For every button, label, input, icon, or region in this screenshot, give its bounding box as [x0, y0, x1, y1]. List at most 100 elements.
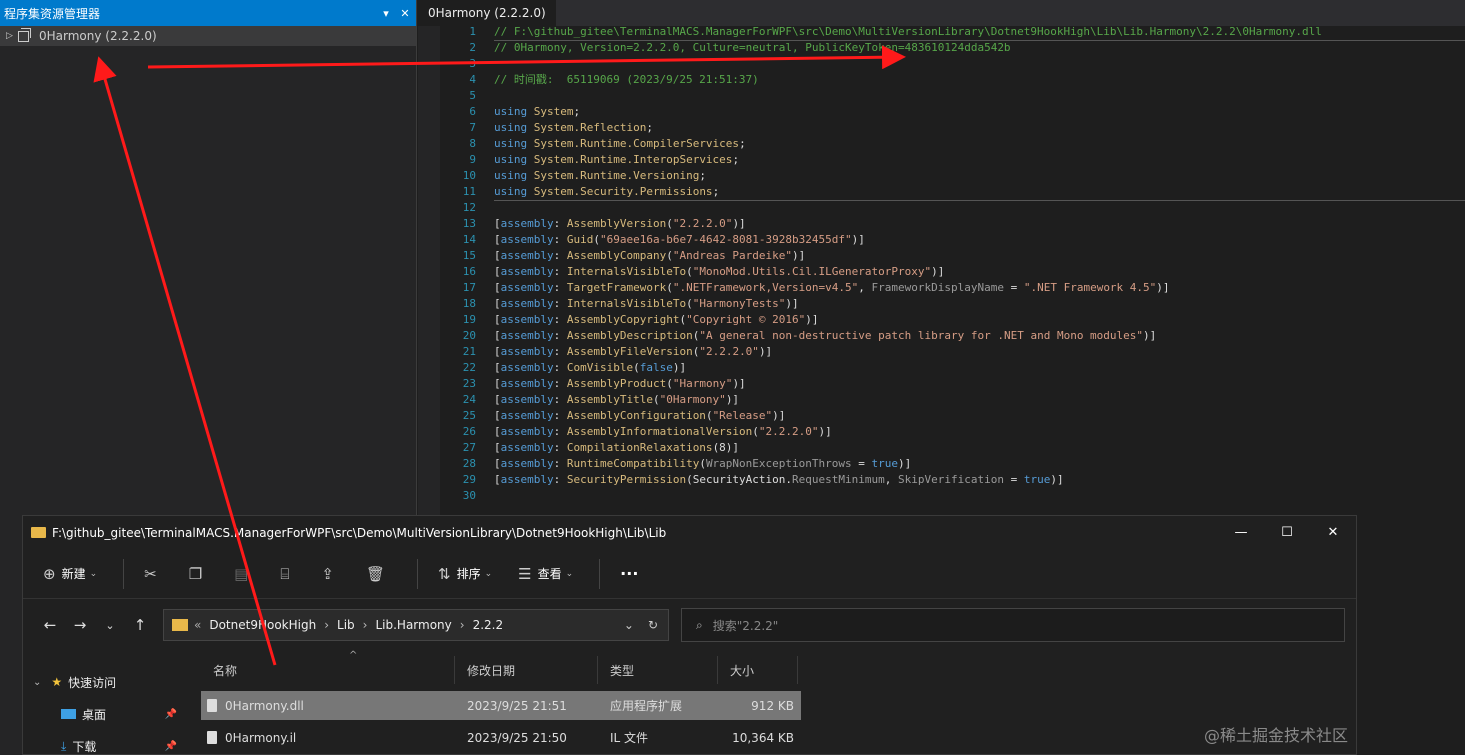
file-row[interactable]: 0Harmony.il 2023/9/25 21:50 IL 文件 10,364 KB: [201, 723, 801, 752]
code-text: using System.Security.Permissions;: [494, 185, 720, 198]
paste-button[interactable]: ▤: [234, 565, 254, 583]
more-icon: ···: [620, 564, 639, 583]
file-icon: [207, 699, 217, 712]
search-input[interactable]: ⌕ 搜索"2.2.2": [681, 608, 1345, 642]
code-text: using System.Reflection;: [494, 121, 653, 134]
code-text: [assembly: AssemblyCompany("Andreas Pard…: [494, 249, 806, 262]
refresh-icon[interactable]: ↻: [648, 618, 658, 632]
line-number: 25: [462, 409, 476, 422]
plus-circle-icon: ⊕: [43, 564, 56, 583]
line-number: 24: [462, 393, 476, 406]
code-editor: 0Harmony (2.2.2.0) 1 // F:\github_gitee\T…: [418, 0, 1465, 515]
column-name[interactable]: 名称: [201, 656, 455, 684]
search-placeholder: 搜索"2.2.2": [712, 618, 779, 633]
new-button[interactable]: ⊕ 新建 ⌄: [43, 565, 97, 583]
window-title: F:\github_gitee\TerminalMACS.ManagerForW…: [52, 525, 667, 540]
code-line: 24 [assembly: AssemblyTitle("0Harmony")]: [440, 392, 1465, 408]
code-line: 20 [assembly: AssemblyDescription("A gene…: [440, 328, 1465, 344]
copy-button[interactable]: ❐: [189, 565, 208, 583]
code-line: 13 [assembly: AssemblyVersion("2.2.2.0")]: [440, 216, 1465, 232]
maximize-icon[interactable]: ☐: [1264, 525, 1310, 540]
nav-item-downloads[interactable]: ⤓ 下载 📌: [23, 730, 183, 755]
file-type: 应用程序扩展: [598, 692, 718, 720]
code-area[interactable]: 1 // F:\github_gitee\TerminalMACS.Manager…: [440, 25, 1465, 515]
code-line: 25 [assembly: AssemblyConfiguration("Rele…: [440, 408, 1465, 424]
file-date: 2023/9/25 21:51: [455, 692, 598, 720]
tree-item-0harmony[interactable]: ▷ 0Harmony (2.2.2.0): [0, 26, 416, 46]
code-text: [assembly: InternalsVisibleTo("MonoMod.U…: [494, 265, 945, 278]
folder-icon: [172, 619, 188, 631]
close-window-icon[interactable]: ✕: [1310, 525, 1356, 540]
line-number: 28: [462, 457, 476, 470]
line-number: 6: [469, 105, 476, 118]
line-number: 11: [462, 185, 476, 198]
cut-button[interactable]: ✂: [144, 565, 163, 583]
forward-arrow-icon[interactable]: →: [65, 616, 95, 634]
file-date-text: 2023/9/25 21:51: [467, 698, 567, 713]
code-text: [assembly: AssemblyConfiguration("Releas…: [494, 409, 786, 422]
code-line: 17 [assembly: TargetFramework(".NETFramew…: [440, 280, 1465, 296]
nav-label: 快速访问: [68, 675, 117, 690]
star-icon: ★: [51, 675, 63, 689]
line-number: 14: [462, 233, 476, 246]
column-date[interactable]: 修改日期: [455, 656, 598, 684]
code-line: 22 [assembly: ComVisible(false)]: [440, 360, 1465, 376]
file-date-text: 2023/9/25 21:50: [467, 730, 567, 745]
file-row[interactable]: 0Harmony.dll 2023/9/25 21:51 应用程序扩展 912 KB: [201, 691, 801, 720]
more-button[interactable]: ···: [620, 564, 638, 583]
nav-item-quick-access[interactable]: ⌄ ★ 快速访问: [23, 666, 183, 698]
minimize-icon[interactable]: —: [1218, 525, 1264, 540]
line-number: 26: [462, 425, 476, 438]
breadcrumb-2-2-2[interactable]: 2.2.2: [473, 618, 504, 632]
share-icon: ⇪: [321, 564, 334, 583]
up-arrow-icon[interactable]: ↑: [125, 616, 155, 634]
chevron-down-icon: ⌄: [89, 568, 98, 579]
rename-button[interactable]: ⌸: [280, 565, 295, 583]
editor-tab-bar: 0Harmony (2.2.2.0): [418, 0, 1465, 26]
view-button[interactable]: ☰ 查看 ⌄: [518, 565, 573, 583]
code-text: // F:\github_gitee\TerminalMACS.ManagerF…: [494, 25, 1322, 38]
line-number: 12: [462, 201, 476, 214]
line-highlight: [494, 40, 1465, 41]
expand-arrow-icon[interactable]: ▷: [6, 31, 18, 41]
code-line: 29 [assembly: SecurityPermission(Security…: [440, 472, 1465, 488]
column-type[interactable]: 类型: [598, 656, 718, 684]
back-arrow-icon[interactable]: ←: [35, 616, 65, 634]
line-number: 13: [462, 217, 476, 230]
breadcrumb-lib[interactable]: Lib: [337, 618, 355, 632]
delete-button[interactable]: 🗑: [366, 565, 391, 583]
breadcrumb-dotnet9hookhigh[interactable]: Dotnet9HookHigh: [209, 618, 316, 632]
tab-0harmony[interactable]: 0Harmony (2.2.2.0): [418, 0, 556, 26]
code-text: [assembly: AssemblyInformationalVersion(…: [494, 425, 832, 438]
nav-item-desktop[interactable]: 桌面 📌: [23, 698, 183, 730]
code-text: [assembly: AssemblyVersion("2.2.2.0")]: [494, 217, 746, 230]
code-line: 3: [440, 56, 1465, 72]
code-text: using System.Runtime.InteropServices;: [494, 153, 740, 166]
file-size-text: 912 KB: [751, 698, 794, 713]
share-button[interactable]: ⇪: [321, 565, 340, 583]
address-bar[interactable]: « Dotnet9HookHigh › Lib › Lib.Harmony › …: [163, 609, 669, 641]
breadcrumb-overflow[interactable]: «: [194, 618, 201, 632]
code-line: 6 using System;: [440, 104, 1465, 120]
line-number: 2: [469, 41, 476, 54]
code-line: 11 using System.Security.Permissions;: [440, 184, 1465, 200]
file-size: 912 KB: [718, 692, 798, 720]
editor-gutter: [418, 26, 440, 515]
dropdown-icon[interactable]: ▾: [378, 7, 394, 20]
breadcrumb-separator-icon: ›: [459, 618, 465, 632]
sort-button[interactable]: ⇅ 排序 ⌄: [438, 565, 492, 583]
explorer-main: ⌄ ★ 快速访问 桌面 📌 ⤓ 下载 📌 ^ 名称 修改日期 类型 大小 0Ha…: [23, 650, 1356, 755]
code-line: 18 [assembly: InternalsVisibleTo("Harmony…: [440, 296, 1465, 312]
nav-label: 桌面: [82, 707, 107, 722]
file-list: ^ 名称 修改日期 类型 大小 0Harmony.dll 2023/9/25 21…: [201, 650, 801, 754]
code-text: [assembly: RuntimeCompatibility(WrapNonE…: [494, 457, 912, 470]
line-number: 18: [462, 297, 476, 310]
breadcrumb-lib-harmony[interactable]: Lib.Harmony: [375, 618, 451, 632]
column-size[interactable]: 大小: [718, 656, 798, 684]
close-icon[interactable]: ✕: [397, 7, 413, 20]
chevron-down-icon: ⌄: [565, 568, 574, 579]
download-icon: ⤓: [61, 738, 67, 753]
file-size-text: 10,364 KB: [732, 730, 794, 745]
address-dropdown-icon[interactable]: ⌄: [624, 618, 634, 632]
recent-chevron-icon[interactable]: ⌄: [95, 619, 125, 632]
